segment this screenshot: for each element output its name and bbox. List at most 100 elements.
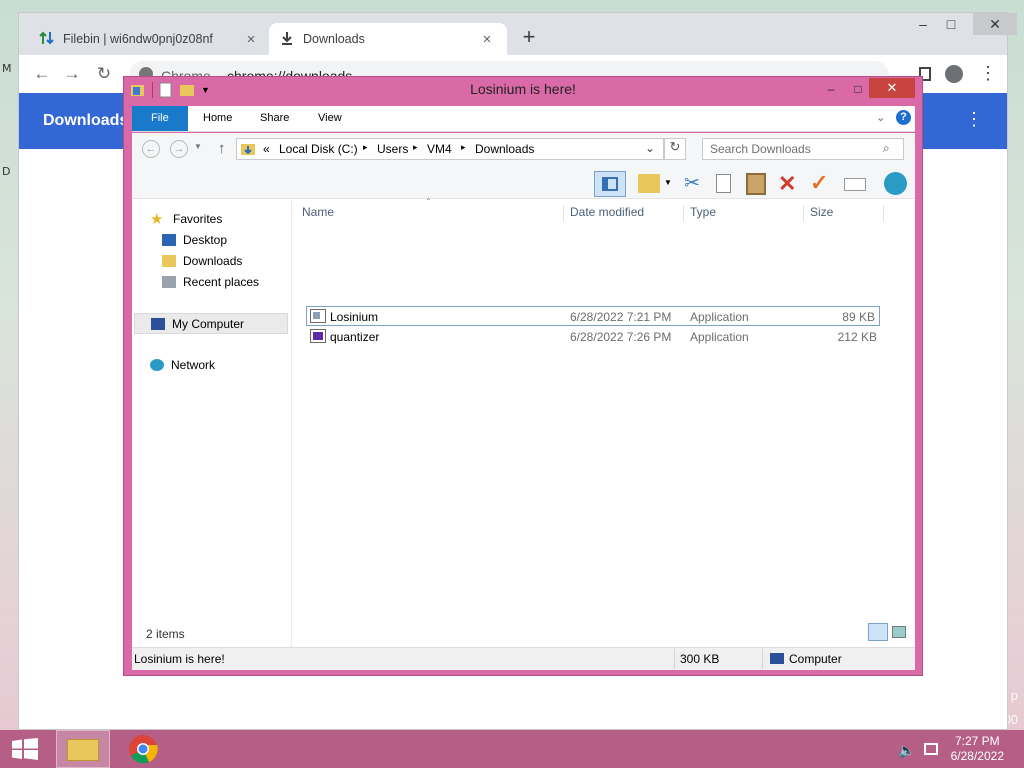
start-button[interactable] [0,730,54,768]
file-name: quantizer [330,330,380,344]
breadcrumb-users[interactable]: Users [377,142,408,156]
nav-label: Desktop [183,233,228,247]
forward-icon[interactable]: → [61,64,83,84]
downloads-folder-icon [162,255,176,267]
address-dropdown-icon[interactable]: ⌄ [645,141,655,155]
status-text: Losinium is here! [134,652,225,666]
tab-file[interactable]: File [132,106,188,131]
system-clock[interactable]: 7:27 PM 6/28/2022 [951,734,1004,764]
tab-home[interactable]: Home [189,106,246,131]
column-size[interactable]: Size [804,205,884,221]
folder-icon [67,739,99,761]
network-status-icon[interactable] [924,743,938,755]
details-view-icon[interactable] [868,623,888,641]
close-window-button[interactable]: ✕ [869,78,915,98]
star-icon: ★ [150,211,164,228]
breadcrumb-vm4[interactable]: VM4 [427,142,452,156]
up-icon[interactable]: ↑ [218,140,226,157]
downloads-folder-icon [241,142,256,159]
chrome-menu-icon[interactable]: ⋮ [979,63,997,84]
nav-recent-places[interactable]: Recent places [162,272,259,292]
paste-icon[interactable] [746,173,766,195]
nav-label: Recent places [183,275,260,289]
ribbon-tabs: File Home Share View ⌄ ? [132,106,915,132]
close-window-button[interactable]: ✕ [973,13,1017,35]
close-tab-icon[interactable]: × [479,31,495,48]
desktop-icon [162,234,176,246]
file-row-losinium[interactable]: Losinium 6/28/2022 7:21 PM Application 8… [306,306,880,326]
nav-network[interactable]: Network [150,355,215,375]
preview-pane-icon[interactable] [594,171,626,197]
minimize-button[interactable]: – [822,79,840,99]
rename-icon[interactable] [844,178,866,191]
window-title: Losinium is here! [470,81,576,97]
new-tab-button[interactable]: + [517,25,541,49]
nav-label: Favorites [173,212,223,226]
maximize-button[interactable]: □ [935,13,967,35]
file-row-quantizer[interactable]: quantizer 6/28/2022 7:26 PM Application … [306,327,880,347]
chrome-logo-icon [129,735,158,764]
downloads-menu-icon[interactable]: ⋮ [965,109,983,130]
taskbar-file-explorer[interactable] [56,730,110,768]
breadcrumb-separator: ▸ [461,142,466,152]
file-type: Application [690,330,749,344]
desktop-icon-label: M [2,62,12,75]
tab-view[interactable]: View [304,106,356,131]
column-type[interactable]: Type [684,205,804,221]
tab-downloads[interactable]: Downloads × [269,23,507,55]
status-bar: Losinium is here! 300 KB Computer [132,647,915,670]
nav-favorites[interactable]: ★ Favorites [150,209,222,229]
column-name[interactable]: Name [302,205,564,221]
navigation-pane: ★ Favorites Desktop Downloads Recent plac… [132,199,292,647]
options-dropdown-icon[interactable]: ▼ [664,178,672,187]
help-icon[interactable]: ? [896,110,911,125]
nav-my-computer[interactable]: My Computer [134,313,288,334]
nav-desktop[interactable]: Desktop [162,230,227,250]
breadcrumb-separator: ▸ [413,142,418,152]
cut-icon[interactable]: ✂ [684,172,700,195]
watermark-line-1: p [1010,688,1018,703]
file-size: 89 KB [842,310,875,324]
back-icon[interactable]: ← [31,64,53,84]
file-type: Application [690,310,749,324]
application-icon [310,329,326,346]
properties-check-icon[interactable]: ✓ [810,170,828,196]
file-size: 212 KB [837,330,877,344]
breadcrumb-overflow[interactable]: « [263,142,270,156]
breadcrumb-separator: ▸ [363,142,368,152]
address-box[interactable]: « Local Disk (C:) ▸ Users ▸ VM4 ▸ Downlo… [236,138,664,160]
reload-icon[interactable]: ↻ [93,64,115,84]
column-date-modified[interactable]: Date modified [564,205,684,221]
breadcrumb-local-disk[interactable]: Local Disk (C:) [279,142,358,156]
tab-share[interactable]: Share [246,106,303,131]
nav-downloads[interactable]: Downloads [162,251,242,271]
nav-label: Downloads [183,254,243,268]
close-tab-icon[interactable]: × [243,31,259,48]
back-icon[interactable]: ← [142,140,160,158]
forward-icon[interactable]: → [170,140,188,158]
refresh-icon[interactable]: ↻ [664,138,686,160]
nav-label: My Computer [172,316,245,331]
recent-locations-icon[interactable]: ▼ [194,142,202,151]
clock-date: 6/28/2022 [950,749,1004,763]
breadcrumb-downloads[interactable]: Downloads [475,142,534,156]
delete-icon[interactable]: ✕ [778,171,796,197]
tab-title: Downloads [303,32,365,46]
volume-muted-icon[interactable]: 🔈 [898,742,915,759]
column-headers: ⌃ Name Date modified Type Size [302,197,884,225]
taskbar-chrome[interactable] [116,730,170,768]
search-input[interactable]: Search Downloads ⌕ [702,138,904,160]
profile-avatar[interactable] [945,65,963,83]
network-globe-icon[interactable] [884,172,907,195]
ribbon-expand-icon[interactable]: ⌄ [876,111,885,124]
filebin-arrows-icon [39,30,55,49]
folder-options-icon[interactable] [638,174,660,193]
maximize-button[interactable]: □ [847,79,869,99]
desktop-icon-label: D [2,165,11,178]
taskbar: 🔈 7:27 PM 6/28/2022 [0,730,1024,768]
copy-icon[interactable] [716,174,731,193]
file-name: Losinium [330,310,379,324]
status-divider [674,649,675,669]
large-icons-view-icon[interactable] [892,626,906,638]
tab-filebin[interactable]: Filebin | wi6ndw0pnj0z08nf × [27,23,271,55]
